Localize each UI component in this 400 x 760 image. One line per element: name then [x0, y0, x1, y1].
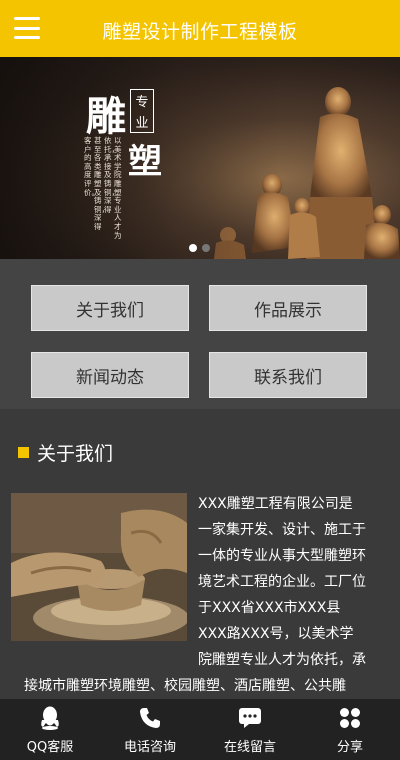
slider-dot-active[interactable] — [189, 244, 197, 252]
message-icon — [238, 706, 262, 730]
footer-qq-button[interactable]: QQ客服 — [0, 699, 100, 760]
bottom-toolbar: QQ客服 电话咨询 在线留言 分享 — [0, 699, 400, 760]
nav-contact-button[interactable]: 联系我们 — [209, 352, 367, 398]
section-title: 关于我们 — [37, 443, 114, 465]
footer-qq-label: QQ客服 — [26, 740, 74, 755]
seal-char-1: 专 — [135, 95, 149, 110]
footer-phone-label: 电话咨询 — [123, 740, 176, 755]
hero-banner[interactable]: 雕 专 业 塑 以美术学院雕塑专业人才为 依托，承接及铸铜，深得 甚至各类雕塑及… — [0, 57, 400, 259]
footer-phone-button[interactable]: 电话咨询 — [100, 699, 200, 760]
banner-text-col-3: 甚至各类雕塑及铸铜，深得 — [94, 136, 109, 231]
footer-message-label: 在线留言 — [223, 740, 276, 755]
page-title: 雕塑设计制作工程模板 — [102, 21, 298, 43]
section-header: 关于我们 — [18, 439, 113, 466]
phone-icon — [138, 706, 162, 730]
banner-overlay — [0, 57, 400, 259]
banner-text-col-2: 依托，承接及铸铜，深得 — [104, 136, 119, 214]
slider-dots — [189, 244, 210, 252]
quick-nav: 关于我们 作品展示 新闻动态 联系我们 — [0, 259, 400, 409]
footer-share-label: 分享 — [336, 740, 363, 755]
footer-message-button[interactable]: 在线留言 — [200, 699, 300, 760]
nav-about-button[interactable]: 关于我们 — [31, 285, 189, 331]
banner-char-1: 雕 — [86, 93, 126, 140]
top-bar: 雕塑设计制作工程模板 — [0, 0, 400, 57]
qq-icon — [38, 706, 62, 730]
section-marker — [18, 447, 29, 458]
about-section: 关于我们 XXX雕塑工程有限公司是一家集开发、设计、施工于一体的专业从事大型雕塑… — [0, 409, 400, 720]
banner-char-2: 塑 — [128, 142, 162, 182]
banner-text-col-4: 客户的高度评价。 — [84, 136, 99, 197]
about-text-block: XXX雕塑工程有限公司是一家集开发、设计、施工于一体的专业从事大型雕塑环境艺术工… — [0, 491, 400, 725]
footer-share-button[interactable]: 分享 — [300, 699, 400, 760]
slider-dot[interactable] — [202, 244, 210, 252]
seal-char-2: 业 — [135, 116, 149, 131]
banner-seal: 专 业 — [130, 89, 154, 133]
nav-works-button[interactable]: 作品展示 — [209, 285, 367, 331]
share-icon — [338, 706, 362, 730]
nav-news-button[interactable]: 新闻动态 — [31, 352, 189, 398]
